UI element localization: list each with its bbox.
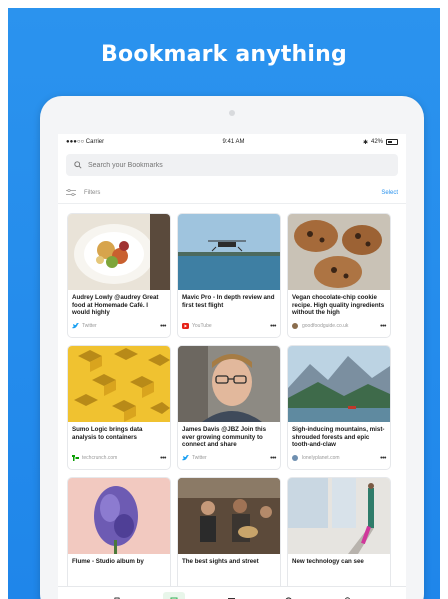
- street-musicians-image: [178, 478, 280, 554]
- carrier-label: ●●●○○ Carrier: [66, 139, 105, 145]
- bookmark-card[interactable]: Flume - Studio album by: [68, 478, 170, 599]
- card-source: Twitter: [192, 455, 207, 461]
- tab-collections[interactable]: [221, 592, 243, 599]
- card-meta: techcrunch.com •••: [68, 452, 170, 464]
- card-title: The best sights and street: [182, 558, 259, 565]
- salad-plate-image: [68, 214, 170, 290]
- card-source: lonelyplanet.com: [302, 455, 340, 461]
- card-title: Sigh-inducing mountains, mist-shrouded f…: [292, 426, 385, 448]
- bookmark-card[interactable]: Vegan chocolate-chip cookie recipe. High…: [288, 214, 390, 337]
- bookmark-card[interactable]: James Davis @JBZ Join this ever growing …: [178, 346, 280, 469]
- tab-archive[interactable]: [106, 592, 128, 599]
- app-screen: ●●●○○ Carrier 9:41 AM ✱ 42% Search your …: [58, 134, 406, 599]
- card-meta: lonelyplanet.com •••: [288, 452, 390, 464]
- card-source: techcrunch.com: [82, 455, 118, 461]
- site-icon: [292, 323, 299, 329]
- bookmark-card[interactable]: New technology can see: [288, 478, 390, 599]
- card-title: Mavic Pro - In depth review and first te…: [182, 294, 275, 309]
- more-icon[interactable]: •••: [380, 455, 386, 462]
- person-shadow-image: [288, 478, 390, 554]
- bookmark-card[interactable]: Mavic Pro - In depth review and first te…: [178, 214, 280, 337]
- promo-banner: Bookmark anything ●●●○○ Carrier 9:41 AM …: [8, 8, 440, 599]
- twitter-icon: [182, 455, 189, 461]
- battery-icon: [386, 139, 398, 145]
- site-icon: [292, 455, 299, 461]
- headline: Bookmark anything: [101, 42, 347, 67]
- mountain-lake-image: [288, 346, 390, 422]
- card-title: Audrey Lowly @audrey Great food at Homem…: [72, 294, 159, 316]
- filters-icon[interactable]: [66, 189, 76, 196]
- more-icon[interactable]: •••: [270, 455, 276, 462]
- card-title: Flume - Studio album by: [72, 558, 144, 565]
- card-source: Twitter: [82, 323, 97, 329]
- card-meta: Twitter •••: [68, 320, 170, 332]
- card-meta: goodfoodguide.co.uk •••: [288, 320, 390, 332]
- card-title: James Davis @JBZ Join this ever growing …: [182, 426, 267, 448]
- card-title: Vegan chocolate-chip cookie recipe. High…: [292, 294, 385, 316]
- more-icon[interactable]: •••: [160, 323, 166, 330]
- battery-percent: 42%: [370, 139, 383, 145]
- filters-row: Filters Select: [58, 182, 406, 204]
- bookmark-grid: Audrey Lowly @audrey Great food at Homem…: [58, 204, 406, 599]
- tab-bar: [58, 586, 406, 599]
- purple-flower-image: [68, 478, 170, 554]
- card-meta: YouTube •••: [178, 320, 280, 332]
- card-source: goodfoodguide.co.uk: [302, 323, 349, 329]
- more-icon[interactable]: •••: [160, 455, 166, 462]
- filters-label[interactable]: Filters: [84, 190, 100, 196]
- bookmark-card[interactable]: Sigh-inducing mountains, mist-shrouded f…: [288, 346, 390, 469]
- tab-profile[interactable]: [336, 592, 358, 599]
- card-title: Sumo Logic brings data analysis to conta…: [72, 426, 143, 441]
- man-with-glasses-image: [178, 346, 280, 422]
- tablet-device: ●●●○○ Carrier 9:41 AM ✱ 42% Search your …: [40, 96, 424, 599]
- youtube-icon: [182, 323, 189, 329]
- techcrunch-icon: [72, 455, 79, 461]
- card-meta: Twitter •••: [178, 452, 280, 464]
- search-bar[interactable]: [66, 154, 398, 176]
- yellow-cubes-image: [68, 346, 170, 422]
- camera-dot: [229, 110, 235, 116]
- cookies-image: [288, 214, 390, 290]
- status-bar: ●●●○○ Carrier 9:41 AM ✱ 42%: [58, 134, 406, 150]
- tab-bookmarks[interactable]: [163, 591, 186, 599]
- time-label: 9:41 AM: [222, 139, 245, 145]
- bookmark-card[interactable]: The best sights and street: [178, 478, 280, 599]
- twitter-icon: [72, 323, 79, 329]
- drone-over-lake-image: [178, 214, 280, 290]
- bookmark-card[interactable]: Audrey Lowly @audrey Great food at Homem…: [68, 214, 170, 337]
- more-icon[interactable]: •••: [270, 323, 276, 330]
- select-button[interactable]: Select: [381, 190, 398, 196]
- card-source: YouTube: [192, 323, 212, 329]
- bookmark-card[interactable]: Sumo Logic brings data analysis to conta…: [68, 346, 170, 469]
- search-icon: [74, 161, 82, 169]
- status-right: ✱ 42%: [363, 139, 398, 146]
- tab-search[interactable]: [279, 592, 301, 599]
- more-icon[interactable]: •••: [380, 323, 386, 330]
- bluetooth-icon: ✱: [362, 139, 368, 146]
- search-input[interactable]: [88, 161, 390, 169]
- card-title: New technology can see: [292, 558, 364, 565]
